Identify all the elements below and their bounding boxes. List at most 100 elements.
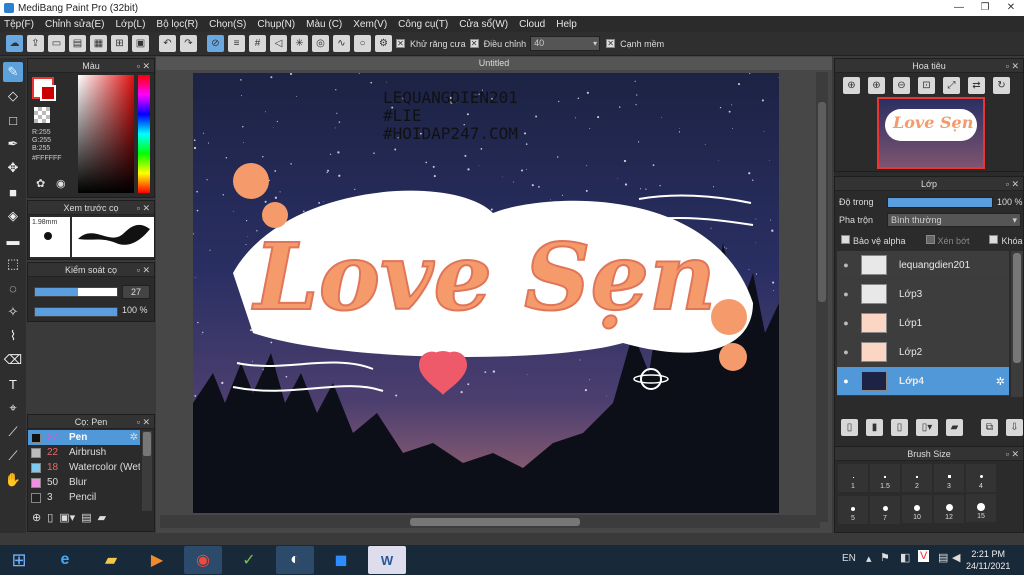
menu-help[interactable]: Help [556, 19, 577, 30]
palette-icon[interactable]: ✿ [36, 177, 45, 190]
menu-tools[interactable]: Công cụ(T) [398, 19, 448, 30]
clock[interactable]: 2:21 PM 24/11/2021 [966, 548, 1010, 572]
visibility-icon[interactable]: ● [837, 260, 855, 270]
brush-size-cell[interactable]: 2 [902, 464, 932, 492]
pen-tool-icon[interactable]: ✒ [3, 134, 23, 154]
layer-list-scrollbar[interactable] [1011, 251, 1023, 397]
tray-v-icon[interactable]: V [918, 550, 930, 562]
grid-icon[interactable]: ⊞ [111, 35, 128, 52]
navigator-thumbnail[interactable]: Love Sẹn [877, 97, 985, 169]
menu-view[interactable]: Xem(V) [353, 19, 387, 30]
visibility-icon[interactable]: ● [837, 376, 855, 386]
visibility-icon[interactable]: ● [837, 347, 855, 357]
actual-size-icon[interactable]: ⤢ [943, 77, 960, 94]
brush-item[interactable]: 50 Blur [28, 475, 140, 490]
zoom-in-alt-icon[interactable]: ⊕ [868, 77, 885, 94]
zoom-app-icon[interactable]: ◼ [322, 546, 360, 574]
layer-row[interactable]: ● Lớp3 [837, 280, 1009, 309]
brush-size-cell[interactable]: 5 [838, 496, 868, 524]
panel-close-icon[interactable]: ▫ ✕ [1006, 447, 1019, 461]
eyedropper-icon[interactable]: ⟋ [3, 422, 23, 442]
layer-row[interactable]: ● Lớp1 [837, 309, 1009, 338]
edge-browser-icon[interactable]: e [46, 546, 84, 574]
brush-size-cell[interactable]: 7 [870, 496, 900, 524]
tray-app-icon[interactable]: ◧ [900, 551, 910, 564]
brush-list-scrollbar[interactable] [142, 431, 152, 511]
brush-settings-icon[interactable]: ▤ [81, 511, 91, 524]
layer-row[interactable]: ● Lớp2 [837, 338, 1009, 367]
duplicate-layer-icon[interactable]: ⧉ [981, 419, 998, 436]
menu-cloud[interactable]: Cloud [519, 19, 545, 30]
eraser-tool-icon[interactable]: ◇ [3, 86, 23, 106]
panel-close-icon[interactable]: ▫ ✕ [137, 201, 150, 215]
adjust-checkbox[interactable]: ✕ [469, 39, 479, 48]
tray-up-icon[interactable]: ▴ [866, 552, 872, 565]
perspective-snap-icon[interactable]: ◁ [270, 35, 287, 52]
snap-off-icon[interactable]: ⊘ [207, 35, 224, 52]
brush-size-cell[interactable]: 15 [966, 494, 996, 522]
secondary-color-swatch[interactable] [40, 85, 56, 101]
brush-folder-icon[interactable]: ▰ [98, 511, 106, 524]
panel-close-icon[interactable]: ▫ ✕ [1006, 177, 1019, 191]
blend-select[interactable]: Bình thường ▾ [887, 213, 1021, 227]
menu-snap[interactable]: Chụp(N) [257, 19, 295, 30]
radial-snap-icon[interactable]: ✳ [291, 35, 308, 52]
panel-close-icon[interactable]: ▫ ✕ [137, 59, 150, 73]
layout-icon[interactable]: ▦ [90, 35, 107, 52]
size-value[interactable]: 27 [122, 285, 150, 299]
brush-item[interactable]: 3 Pencil [28, 490, 140, 505]
file-explorer-icon[interactable]: ▰ [92, 546, 130, 574]
medibang-icon[interactable]: ◐ [276, 546, 314, 574]
new-layer-icon[interactable]: ▯ [841, 419, 858, 436]
lasso-tool-icon[interactable]: ◌ [3, 278, 23, 298]
rotate-icon[interactable]: ↻ [993, 77, 1010, 94]
brush-tool-icon[interactable]: ✎ [3, 62, 23, 82]
layer-folder-icon[interactable]: ▰ [946, 419, 963, 436]
panel-icon[interactable]: ▣ [132, 35, 149, 52]
artwork-canvas[interactable]: Love Sẹn LEQUANGDIEN201 #LIE #HOIDAP247.… [193, 73, 779, 513]
brush-size-cell[interactable]: 10 [902, 495, 932, 523]
lock-checkbox[interactable] [989, 235, 999, 244]
curve-snap-icon[interactable]: ∿ [333, 35, 350, 52]
brush-size-cell[interactable]: 4 [966, 464, 996, 492]
tray-flag-icon[interactable]: ⚑ [880, 551, 890, 564]
parallel-snap-icon[interactable]: ≡ [228, 35, 245, 52]
panel-close-icon[interactable]: ▫ ✕ [1006, 59, 1019, 73]
brush-item[interactable]: 22 Airbrush [28, 445, 140, 460]
text-tool-icon[interactable]: T [3, 374, 23, 394]
smooth-checkbox[interactable]: ✕ [606, 39, 616, 48]
hue-slider[interactable] [138, 75, 150, 193]
panel-close-icon[interactable]: ▫ ✕ [137, 263, 150, 277]
bucket-tool-icon[interactable]: ◈ [3, 206, 23, 226]
merge-layer-icon[interactable]: ⇩ [1006, 419, 1023, 436]
share-icon[interactable]: ⇪ [27, 35, 44, 52]
menu-filter[interactable]: Bộ lọc(R) [156, 19, 198, 30]
brush-menu-icon[interactable]: ▣▾ [59, 511, 75, 524]
adjust-select[interactable]: 40 ▾ [530, 36, 601, 51]
gear-icon[interactable]: ✲ [996, 375, 1005, 388]
layer-add-menu-icon[interactable]: ▯▾ [916, 419, 938, 436]
zoom-out-icon[interactable]: ⊖ [893, 77, 910, 94]
redo-icon[interactable]: ↷ [180, 35, 197, 52]
layer-row-selected[interactable]: ● Lớp4 ✲ [837, 367, 1009, 396]
magic-wand-icon[interactable]: ✧ [3, 302, 23, 322]
layer-opacity-slider[interactable] [887, 197, 993, 208]
zoom-in-icon[interactable]: ⊕ [843, 77, 860, 94]
media-player-icon[interactable]: ▶ [138, 546, 176, 574]
brush-size-cell[interactable]: 1.5 [870, 464, 900, 492]
visibility-icon[interactable]: ● [837, 289, 855, 299]
select-pen-icon[interactable]: ⌇ [3, 326, 23, 346]
menu-edit[interactable]: Chỉnh sửa(E) [45, 19, 105, 30]
page-icon[interactable]: ▤ [69, 35, 86, 52]
divide-tool-icon[interactable]: ⌖ [3, 398, 23, 418]
document-tab[interactable]: Untitled [156, 57, 832, 70]
menu-layer[interactable]: Lớp(L) [116, 19, 146, 30]
word-icon[interactable]: W [368, 546, 406, 574]
layer-row[interactable]: ● lequangdien201 [837, 251, 1009, 280]
flip-icon[interactable]: ⇄ [968, 77, 985, 94]
snap-settings-icon[interactable]: ⚙ [375, 35, 392, 52]
protect-alpha-checkbox[interactable] [841, 235, 850, 244]
gradient-tool-icon[interactable]: ▬ [3, 230, 23, 250]
antialias-checkbox[interactable]: ✕ [396, 39, 405, 48]
network-icon[interactable]: ▤ [938, 551, 948, 564]
